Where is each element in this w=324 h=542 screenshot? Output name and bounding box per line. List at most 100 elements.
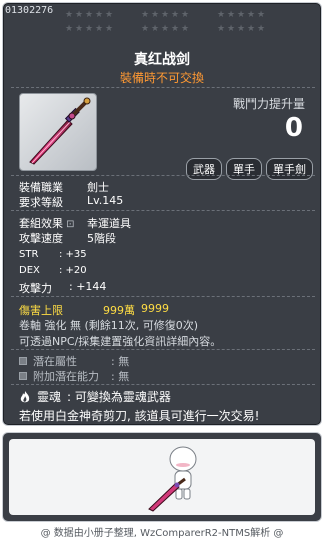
- upgrade-info: 卷軸 強化 無 (剩餘11次, 可修復0次): [19, 319, 199, 332]
- star-icon: ★: [151, 24, 160, 34]
- star-icon: ★: [151, 10, 160, 20]
- sword-icon: [29, 97, 91, 165]
- star-icon: ★: [141, 10, 150, 20]
- potential-icon: [19, 357, 27, 365]
- potential-value: : 無: [111, 355, 130, 368]
- star-icon: ★: [95, 24, 104, 34]
- additional-potential-row: 附加潛在能力 : 無: [19, 368, 129, 384]
- item-tooltip: 01302276 ★ ★ ★ ★ ★ ★ ★ ★ ★ ★ ★ ★ ★ ★ ★ ★ ★ ★ ★ ★ ★ ★ ★ ★ ★ ★…: [2, 2, 322, 426]
- damage-limit-value-extra: 9999: [141, 302, 169, 315]
- star-icon: ★: [85, 24, 94, 34]
- set-effect-row: 套組效果 ⊡ 幸運道具: [19, 215, 131, 231]
- item-id: 01302276: [5, 5, 54, 16]
- item-tags: 武器 單手 單手劍: [186, 158, 313, 180]
- star-icon: ★: [247, 10, 256, 20]
- set-effect-value: 幸運道具: [87, 217, 131, 230]
- damage-limit-value: 999萬: [103, 304, 135, 317]
- star-icon: ★: [75, 10, 84, 20]
- additional-potential-icon: [19, 372, 27, 380]
- required-job-label: 裝備職業: [19, 181, 63, 194]
- star-icon: ★: [105, 24, 114, 34]
- divider: [11, 175, 315, 176]
- star-group: ★ ★ ★ ★ ★: [141, 25, 189, 39]
- star-icon: ★: [181, 24, 190, 34]
- required-job-row: 裝備職業 劍士: [19, 179, 109, 195]
- item-name: 真红战剑: [134, 52, 190, 68]
- star-icon: ★: [95, 10, 104, 20]
- star-icon: ★: [257, 10, 266, 20]
- stats-block: STR : +35 DEX : +20: [19, 249, 87, 281]
- star-force-rows: ★ ★ ★ ★ ★ ★ ★ ★ ★ ★ ★ ★ ★ ★ ★ ★ ★ ★ ★ ★ ★ ★ ★ ★ ★ ★ ★ ★ ★ ★: [65, 11, 265, 39]
- damage-limit-row: 傷害上限 999萬 9999: [19, 302, 169, 318]
- additional-potential-value: : 無: [111, 370, 130, 383]
- star-icon: ★: [105, 10, 114, 20]
- lock-icon: ⊡: [63, 219, 75, 230]
- stat-label: STR: [19, 249, 39, 260]
- set-effect-label: 套組效果 ⊡: [19, 215, 87, 231]
- stat-str: STR : +35: [19, 249, 87, 265]
- preview-canvas: [9, 439, 315, 515]
- potential-label: 潛在屬性: [33, 355, 77, 368]
- star-icon: ★: [65, 24, 74, 34]
- star-group: ★ ★ ★ ★ ★: [65, 11, 113, 25]
- stat-dex: DEX : +20: [19, 265, 87, 281]
- star-icon: ★: [217, 10, 226, 20]
- potential-row: 潛在屬性 : 無: [19, 353, 129, 369]
- divider: [11, 296, 315, 297]
- character-avatar: [148, 446, 197, 512]
- star-icon: ★: [247, 24, 256, 34]
- star-icon: ★: [85, 10, 94, 20]
- tag-weapon: 武器: [186, 158, 222, 180]
- star-icon: ★: [171, 10, 180, 20]
- star-row: ★ ★ ★ ★ ★ ★ ★ ★ ★ ★ ★ ★ ★ ★ ★: [65, 11, 265, 25]
- attack-speed-value: 5階段: [87, 232, 116, 245]
- star-icon: ★: [141, 24, 150, 34]
- divider: [11, 87, 315, 88]
- trade-restriction-note: 裝備時不可交換: [119, 71, 204, 85]
- required-level-row: 要求等級 Lv.145: [19, 194, 123, 210]
- star-group: ★ ★ ★ ★ ★: [217, 11, 265, 25]
- combat-power-value: 0: [284, 113, 303, 143]
- scissors-note: 若使用白金神奇剪刀, 該道具可進行一次交易!: [19, 409, 260, 423]
- character-preview: [2, 432, 322, 522]
- required-level-value: Lv.145: [87, 194, 124, 207]
- stat-label: DEX: [19, 265, 40, 276]
- tag-one-handed: 單手: [226, 158, 262, 180]
- star-icon: ★: [171, 24, 180, 34]
- tag-one-handed-sword: 單手劍: [266, 158, 313, 180]
- divider: [11, 384, 315, 385]
- star-icon: ★: [65, 10, 74, 20]
- attack-row: 攻擊力 : +144: [19, 280, 106, 296]
- additional-potential-label: 附加潛在能力: [33, 370, 99, 383]
- attack-speed-row: 攻擊速度 5階段: [19, 230, 116, 246]
- divider: [11, 210, 315, 211]
- star-row: ★ ★ ★ ★ ★ ★ ★ ★ ★ ★ ★ ★ ★ ★ ★: [65, 25, 265, 39]
- star-icon: ★: [227, 24, 236, 34]
- stat-value: : +35: [59, 249, 87, 260]
- damage-limit-label: 傷害上限: [19, 304, 63, 317]
- soul-label: 靈魂: [37, 390, 62, 404]
- footer-credit: @ 数据由小册子整理, WzComparerR2-NTMS解析 @: [40, 528, 284, 539]
- required-level-label: 要求等級: [19, 196, 63, 209]
- star-group: ★ ★ ★ ★ ★: [141, 11, 189, 25]
- required-job-value: 劍士: [87, 181, 109, 194]
- star-icon: ★: [161, 10, 170, 20]
- soul-row: 靈魂 : 可變換為靈魂武器: [19, 388, 171, 405]
- combat-power-label: 戰鬥力提升量: [232, 97, 305, 111]
- star-icon: ★: [75, 24, 84, 34]
- star-icon: ★: [237, 10, 246, 20]
- star-group: ★ ★ ★ ★ ★: [65, 25, 113, 39]
- attack-label: 攻擊力: [19, 282, 52, 295]
- transfer-note: 可透過NPC/採集建置強化資訊詳細內容。: [19, 335, 222, 348]
- star-icon: ★: [181, 10, 190, 20]
- star-group: ★ ★ ★ ★ ★: [217, 25, 265, 39]
- star-icon: ★: [237, 24, 246, 34]
- attack-value: : +144: [69, 280, 107, 293]
- divider: [11, 349, 315, 350]
- set-effect-label-text: 套組效果: [19, 217, 63, 230]
- flame-icon: [20, 390, 30, 402]
- item-icon-frame: [19, 93, 97, 171]
- soul-value: : 可變換為靈魂武器: [67, 390, 171, 404]
- star-icon: ★: [217, 24, 226, 34]
- attack-speed-label: 攻擊速度: [19, 232, 63, 245]
